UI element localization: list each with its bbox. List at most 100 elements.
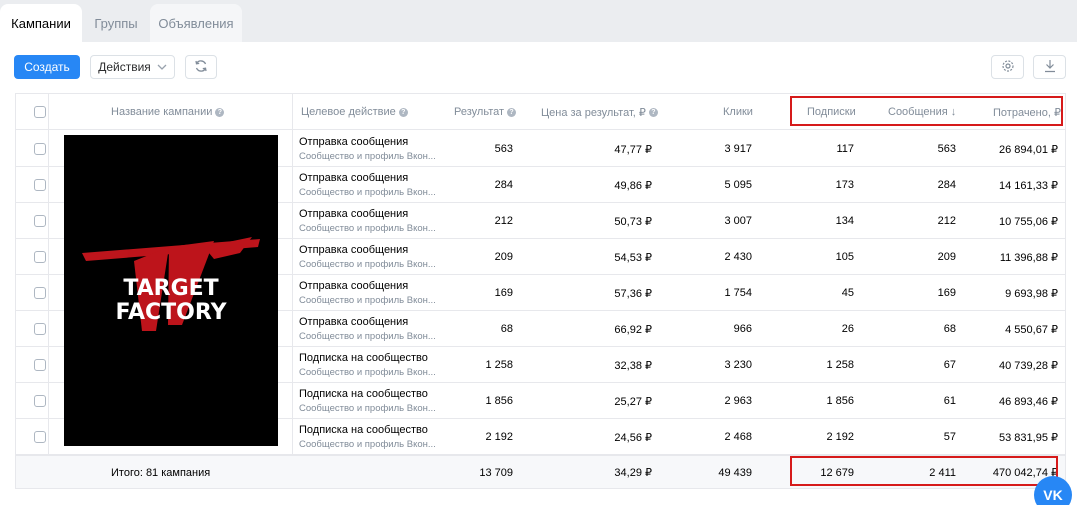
clicks-cell: 5 095 [724,179,752,191]
spent-cell: 10 755,06 ₽ [999,215,1058,228]
messages-cell: 61 [943,395,956,407]
cost-per-result-cell: 57,36 ₽ [614,287,652,300]
row-checkbox[interactable] [34,395,46,407]
goal-subtitle: Сообщество и профиль Вкон... [299,295,436,306]
messages-cell: 169 [937,287,956,299]
goal-subtitle: Сообщество и профиль Вкон... [299,187,436,198]
tab-groups[interactable]: Группы [84,4,148,42]
clicks-cell: 2 468 [724,431,752,443]
row-checkbox[interactable] [34,323,46,335]
spent-cell: 40 739,28 ₽ [999,359,1058,372]
totals-clicks: 49 439 [718,466,752,479]
result-cell: 68 [500,323,513,335]
spent-cell: 4 550,67 ₽ [1005,323,1058,336]
subscriptions-cell: 134 [835,215,854,227]
download-button[interactable] [1033,55,1066,79]
result-cell: 1 258 [485,359,513,371]
row-checkbox[interactable] [34,143,46,155]
tab-campaigns[interactable]: Кампании [0,4,82,42]
row-checkbox[interactable] [34,359,46,371]
clicks-cell: 3 230 [724,359,752,371]
header-name-label: Название кампании [111,106,213,118]
tab-ads[interactable]: Объявления [150,4,242,42]
actions-dropdown[interactable]: Действия [90,55,175,79]
cost-per-result-cell: 25,27 ₽ [614,395,652,408]
logo-line2: FACTORY [115,300,227,325]
campaigns-table: Название кампании ? Целевое действие ? Р… [15,93,1066,489]
messages-cell: 67 [943,359,956,371]
subscriptions-cell: 117 [836,143,854,155]
clicks-cell: 2 963 [724,395,752,407]
result-cell: 284 [494,179,513,191]
messages-cell: 563 [937,143,956,155]
goal-title: Отправка сообщения [299,208,409,220]
spent-cell: 53 831,95 ₽ [999,431,1058,444]
goal-subtitle: Сообщество и профиль Вкон... [299,259,436,270]
spent-cell: 26 894,01 ₽ [999,143,1058,156]
cost-per-result-cell: 24,56 ₽ [614,431,652,444]
messages-cell: 68 [943,323,956,335]
subscriptions-cell: 105 [835,251,854,263]
clicks-cell: 1 754 [724,287,752,299]
cost-per-result-cell: 50,73 ₽ [614,215,652,228]
header-goal-label: Целевое действие [301,106,396,118]
cost-per-result-cell: 32,38 ₽ [614,359,652,372]
spent-cell: 9 693,98 ₽ [1005,287,1058,300]
spent-cell: 46 893,46 ₽ [999,395,1058,408]
subscriptions-cell: 45 [841,287,854,299]
header-cost-label: Цена за результат, ₽ [541,106,646,119]
goal-subtitle: Сообщество и профиль Вкон... [299,151,436,162]
refresh-button[interactable] [185,55,217,79]
question-icon[interactable]: ? [507,107,517,117]
campaign-image: TARGET FACTORY [64,135,278,446]
goal-subtitle: Сообщество и профиль Вкон... [299,223,436,234]
goal-title: Отправка сообщения [299,280,409,292]
messages-cell: 209 [937,251,956,263]
clicks-cell: 3 007 [724,215,752,227]
cost-per-result-cell: 49,86 ₽ [614,179,652,192]
totals-highlight-box [790,456,1058,486]
header-name[interactable]: Название кампании ? [111,94,225,130]
row-checkbox[interactable] [34,179,46,191]
subscriptions-cell: 1 856 [826,395,854,407]
subscriptions-cell: 26 [841,323,854,335]
header-result-label: Результат [454,106,505,118]
campaigns-panel: Создать Действия Название кампании ? Цел… [0,42,1077,505]
goal-subtitle: Сообщество и профиль Вкон... [299,439,436,450]
question-icon[interactable]: ? [648,107,658,117]
goal-title: Подписка на сообщество [299,424,428,436]
row-checkbox[interactable] [34,287,46,299]
row-checkbox[interactable] [34,251,46,263]
question-icon[interactable]: ? [215,107,225,117]
target-factory-logo: TARGET FACTORY [64,135,278,446]
header-highlight-box [790,96,1063,126]
gear-icon [1001,59,1015,76]
clicks-cell: 2 430 [724,251,752,263]
header-result[interactable]: Результат ? [454,94,517,130]
subscriptions-cell: 173 [835,179,854,191]
messages-cell: 57 [943,431,956,443]
settings-button[interactable] [991,55,1024,79]
result-cell: 209 [494,251,513,263]
messages-cell: 284 [937,179,956,191]
totals-cost-per-result: 34,29 ₽ [614,467,652,479]
row-checkbox[interactable] [34,215,46,227]
result-cell: 1 856 [485,395,513,407]
question-icon[interactable]: ? [398,107,408,117]
select-all-checkbox[interactable] [34,106,46,118]
totals-result: 13 709 [479,466,513,479]
subscriptions-cell: 2 192 [826,431,854,443]
header-clicks[interactable]: Клики [723,94,753,130]
subscriptions-cell: 1 258 [826,359,854,371]
download-icon [1043,59,1057,76]
header-goal[interactable]: Целевое действие ? [301,94,408,130]
header-cost-per-result[interactable]: Цена за результат, ₽ ? [541,94,658,130]
cost-per-result-cell: 54,53 ₽ [614,251,652,264]
row-checkbox[interactable] [34,431,46,443]
create-button[interactable]: Создать [14,55,80,79]
goal-title: Отправка сообщения [299,244,409,256]
result-cell: 212 [494,215,513,227]
chevron-down-icon [157,62,167,73]
goal-title: Подписка на сообщество [299,388,428,400]
actions-label: Действия [98,60,151,74]
